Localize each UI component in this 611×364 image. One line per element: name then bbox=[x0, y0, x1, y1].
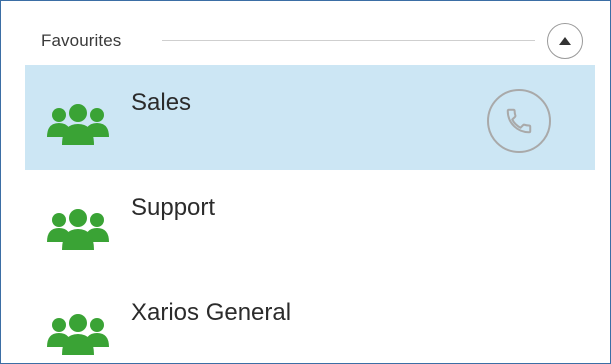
list-item-support[interactable]: Support bbox=[25, 170, 610, 275]
group-name: Support bbox=[131, 194, 216, 221]
group-people-icon bbox=[47, 104, 109, 145]
favourites-list: Sales Support Xarios General bbox=[25, 65, 610, 363]
group-name: Xarios General bbox=[131, 299, 292, 326]
call-button[interactable] bbox=[487, 89, 551, 153]
collapse-section-button[interactable] bbox=[547, 23, 583, 59]
section-title: Favourites bbox=[41, 31, 122, 50]
group-name: Sales bbox=[131, 89, 192, 116]
favourites-section-header: Favourites bbox=[25, 19, 585, 63]
list-item-xarios-general[interactable]: Xarios General bbox=[25, 275, 610, 363]
group-people-icon bbox=[47, 209, 109, 250]
phone-icon bbox=[506, 108, 532, 134]
chevron-up-icon bbox=[559, 37, 571, 45]
section-divider bbox=[162, 40, 535, 41]
list-item-sales[interactable]: Sales bbox=[25, 65, 595, 170]
favourites-panel: Favourites Sales Support Xarios General bbox=[0, 0, 611, 364]
group-people-icon bbox=[47, 314, 109, 355]
